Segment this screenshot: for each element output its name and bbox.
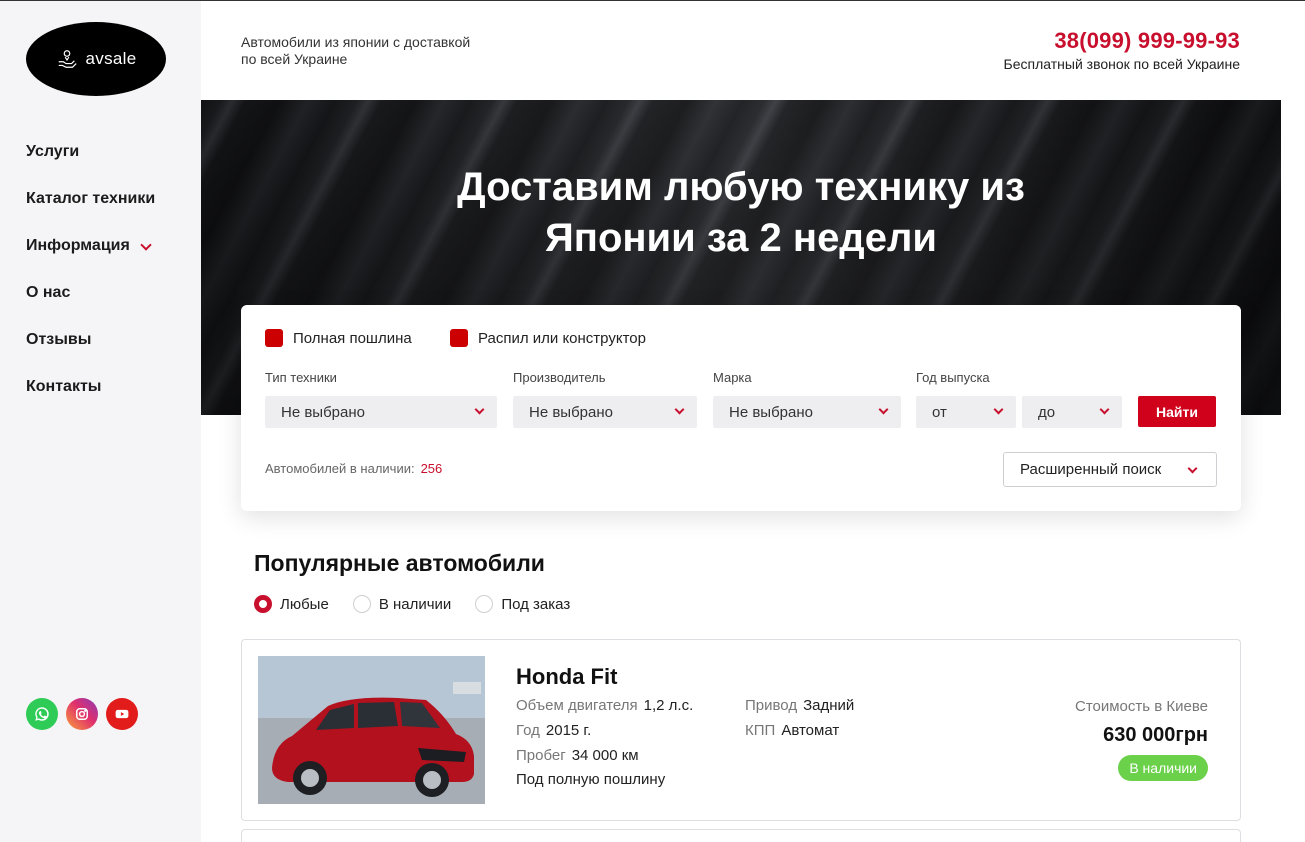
spec-value: Автомат: [781, 722, 840, 739]
radio-label: Под заказ: [501, 595, 571, 613]
brand-select-value: Не выбрано: [729, 403, 813, 421]
sidebar-item-label: О нас: [26, 284, 71, 301]
car-card[interactable]: Honda Fit Объем двигателя 1,2 л.с. Год 201…: [241, 639, 1241, 821]
spec-label: Объем двигателя: [516, 697, 638, 714]
maker-label: Производитель: [513, 370, 606, 385]
sidebar-item-label: Отзывы: [26, 331, 92, 348]
status-badge: В наличии: [1118, 755, 1208, 781]
sidebar-item-services[interactable]: Услуги: [26, 143, 155, 190]
brand-label: Марка: [713, 370, 752, 385]
sidebar-item-about[interactable]: О нас: [26, 284, 155, 331]
price-value: 630 000грн: [1103, 724, 1208, 746]
whatsapp-button[interactable]: [26, 698, 58, 730]
sidebar-item-contacts[interactable]: Контакты: [26, 378, 155, 425]
sidebar-item-label: Контакты: [26, 378, 102, 395]
full-duty-checkbox[interactable]: Полная пошлина: [265, 329, 412, 347]
checkbox-label: Полная пошлина: [293, 329, 412, 347]
type-select[interactable]: Не выбрано: [265, 396, 497, 428]
logo[interactable]: avsale: [26, 22, 166, 96]
advanced-search-label: Расширенный поиск: [1020, 461, 1162, 478]
filter-in-stock-radio[interactable]: В наличии: [352, 595, 452, 613]
radio-dot[interactable]: [254, 595, 272, 613]
header-tagline: Автомобили из японии с доставкой по всей…: [241, 34, 471, 67]
spec-value: 1,2 л.с.: [643, 697, 694, 714]
car-illustration: [258, 656, 485, 804]
spec-label: Пробег: [516, 747, 566, 764]
hero-title-text: Доставим любую технику из Японии за 2 не…: [457, 165, 1025, 260]
sidebar-item-label: Информация: [26, 237, 130, 254]
car-name[interactable]: Honda Fit: [516, 664, 617, 690]
chevron-down-icon: [674, 404, 685, 415]
year-to-value: до: [1038, 403, 1056, 421]
spec-value: 2015 г.: [545, 722, 592, 739]
chevron-down-icon: [1187, 463, 1198, 474]
radio-dot[interactable]: [352, 595, 371, 613]
year-from-value: от: [932, 403, 947, 421]
whatsapp-icon: [35, 707, 49, 721]
social-links: [26, 698, 138, 730]
spec-label: КПП: [745, 722, 776, 739]
spec-year: Год 2015 г.: [516, 722, 591, 739]
sidebar-item-reviews[interactable]: Отзывы: [26, 331, 155, 378]
spec-value: 34 000 км: [571, 747, 639, 764]
sidebar-item-catalog[interactable]: Каталог техники: [26, 190, 155, 237]
year-to-select[interactable]: до: [1022, 396, 1122, 428]
chevron-down-icon: [1099, 404, 1110, 415]
hero-title: Доставим любую технику из Японии за 2 не…: [201, 162, 1281, 264]
sidebar: avsale Услуги Каталог техники Информация…: [0, 1, 201, 842]
header-phone[interactable]: 38(099) 999-99-93: [1054, 28, 1240, 54]
checkbox-label: Распил или конструктор: [478, 329, 646, 347]
logo-hand-car-icon: [58, 50, 77, 68]
spec-label: Привод: [745, 697, 798, 714]
chevron-down-icon: [878, 404, 889, 415]
find-button[interactable]: Найти: [1138, 396, 1216, 427]
filter-any-radio[interactable]: Любые: [254, 595, 329, 613]
availability-filter: Любые В наличии Под заказ: [254, 595, 570, 613]
header-phone-note: Бесплатный звонок по всей Украине: [1003, 56, 1240, 72]
available-number: 256: [420, 461, 443, 476]
maker-select-value: Не выбрано: [529, 403, 613, 421]
radio-dot[interactable]: [475, 595, 494, 613]
car-card-next[interactable]: [241, 829, 1241, 842]
brand-select[interactable]: Не выбрано: [713, 396, 901, 428]
spec-engine: Объем двигателя 1,2 л.с.: [516, 697, 693, 714]
instagram-icon: [76, 708, 88, 720]
available-count: Автомобилей в наличии: 256: [265, 461, 442, 476]
car-photo[interactable]: [258, 656, 485, 804]
spec-drive: Привод Задний: [745, 697, 854, 714]
type-select-value: Не выбрано: [281, 403, 365, 421]
maker-select[interactable]: Не выбрано: [513, 396, 697, 428]
spec-mileage: Пробег 34 000 км: [516, 747, 639, 764]
popular-title: Популярные автомобили: [254, 550, 545, 576]
chevron-down-icon: [474, 404, 485, 415]
youtube-icon: [115, 709, 129, 719]
available-label: Автомобилей в наличии:: [265, 461, 415, 476]
sidebar-item-information[interactable]: Информация: [26, 237, 155, 284]
spec-duty: Под полную пошлину: [516, 771, 666, 788]
spec-gearbox: КПП Автомат: [745, 722, 839, 739]
parts-checkbox[interactable]: Распил или конструктор: [450, 329, 646, 347]
year-from-select[interactable]: от: [916, 396, 1016, 428]
youtube-button[interactable]: [106, 698, 138, 730]
search-panel: Полная пошлина Распил или конструктор Ти…: [241, 305, 1241, 511]
price-label: Стоимость в Киеве: [1074, 698, 1208, 715]
spec-value: Задний: [803, 697, 855, 714]
checkbox-box[interactable]: [265, 329, 283, 347]
year-label: Год выпуска: [916, 370, 990, 385]
chevron-down-icon[interactable]: [140, 239, 152, 251]
chevron-down-icon: [993, 404, 1004, 415]
filter-on-order-radio[interactable]: Под заказ: [475, 595, 570, 613]
type-label: Тип техники: [265, 370, 337, 385]
radio-label: В наличии: [378, 595, 452, 613]
sidebar-nav: Услуги Каталог техники Информация О нас …: [26, 143, 155, 425]
sidebar-item-label: Услуги: [26, 143, 80, 160]
spec-label: Год: [516, 722, 540, 739]
logo-text: avsale: [85, 49, 137, 68]
advanced-search-button[interactable]: Расширенный поиск: [1003, 452, 1217, 487]
radio-label: Любые: [280, 595, 329, 613]
checkbox-box[interactable]: [450, 329, 468, 347]
instagram-button[interactable]: [66, 698, 98, 730]
sidebar-item-label: Каталог техники: [26, 190, 156, 207]
